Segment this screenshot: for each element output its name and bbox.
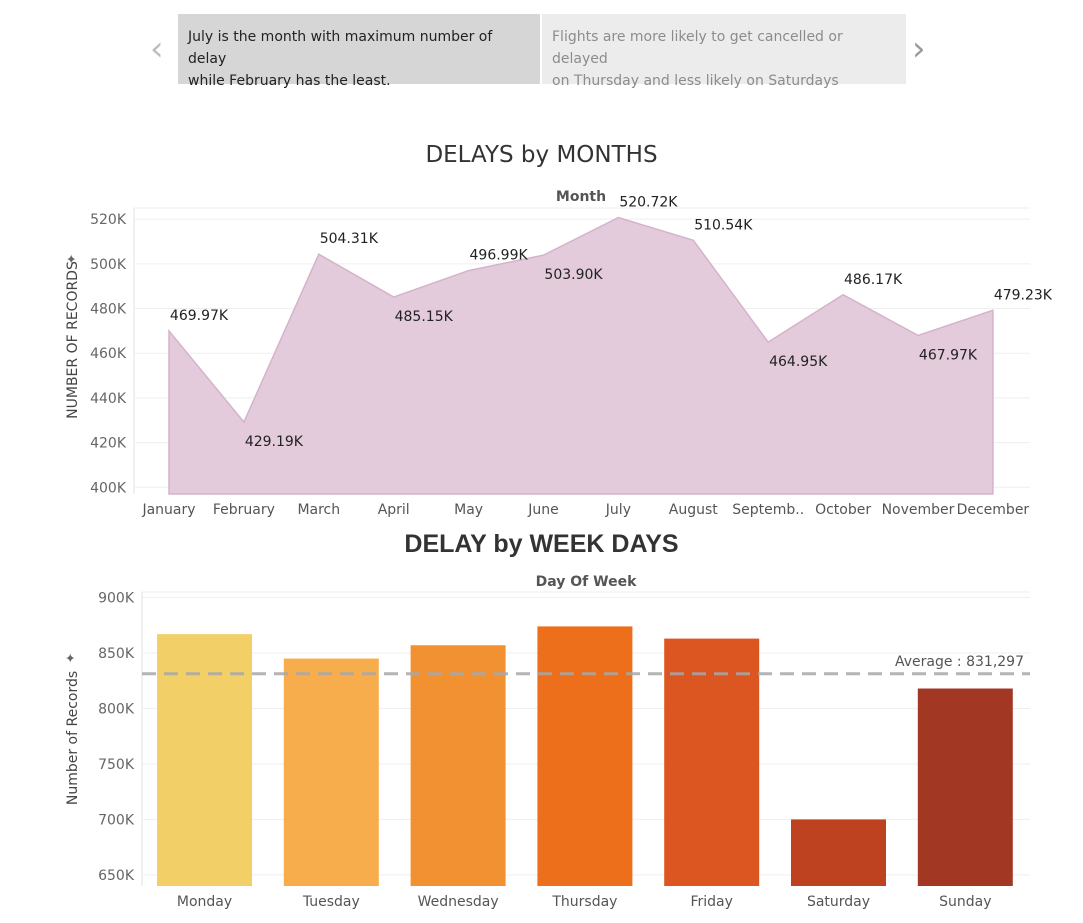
weekday-bar[interactable]: [157, 634, 252, 886]
weekday-bar[interactable]: [537, 626, 633, 886]
monthly-y-tick-label: 480K: [90, 302, 127, 318]
weekday-bar-chart: Day Of Week 650K 700K 750K 800K 850K 900K Ave…: [64, 574, 1030, 910]
monthly-data-label: 469.97K: [170, 308, 229, 324]
weekday-y-tick-label: 850K: [98, 646, 135, 662]
average-reference-label: Average : 831,297: [895, 654, 1024, 670]
weekday-y-tick-label: 900K: [98, 591, 135, 607]
monthly-area-series[interactable]: [168, 216, 994, 495]
monthly-column-header: Month: [556, 189, 606, 205]
weekday-x-tick-label: Saturday: [807, 894, 870, 910]
weekday-bar[interactable]: [283, 658, 379, 886]
monthly-data-label: 429.19K: [245, 434, 304, 450]
weekday-y-ticks: 650K 700K 750K 800K 850K 900K: [98, 591, 135, 884]
monthly-area-chart: Month 400K 420K 440K 460K 480K 500K 520K 469.9…: [65, 189, 1053, 518]
monthly-data-label: 520.72K: [619, 195, 678, 211]
pin-icon[interactable]: ✦: [65, 253, 80, 264]
monthly-x-tick-label: November: [882, 502, 955, 518]
weekday-bar[interactable]: [791, 819, 886, 886]
monthly-data-label: 496.99K: [470, 248, 529, 264]
monthly-y-tick-label: 460K: [90, 346, 127, 362]
monthly-data-label: 464.95K: [769, 354, 828, 370]
monthly-data-label: 503.90K: [544, 267, 603, 283]
monthly-data-label: 479.23K: [994, 287, 1053, 303]
monthly-x-tick-label: December: [957, 502, 1030, 518]
weekday-column-header: Day Of Week: [536, 574, 637, 590]
monthly-x-tick-label: April: [378, 502, 410, 518]
monthly-x-tick-label: June: [527, 502, 559, 518]
weekday-x-tick-label: Sunday: [939, 894, 991, 910]
weekday-bars: [157, 626, 1013, 886]
monthly-x-tick-label: October: [815, 502, 871, 518]
monthly-x-tick-label: August: [669, 502, 719, 518]
monthly-data-label: 467.97K: [919, 347, 978, 363]
charts-canvas: Month 400K 420K 440K 460K 480K 500K 520K 469.9…: [64, 189, 1053, 910]
monthly-x-tick-label: January: [141, 502, 195, 518]
monthly-x-tick-label: February: [213, 502, 275, 518]
monthly-x-ticks: January February March April May June July Augu…: [141, 502, 1029, 518]
weekday-y-tick-label: 650K: [98, 868, 135, 884]
monthly-y-tick-label: 520K: [90, 212, 127, 228]
monthly-x-tick-label: May: [454, 502, 483, 518]
monthly-data-label: 510.54K: [694, 217, 753, 233]
monthly-x-tick-label: Septemb..: [732, 502, 804, 518]
monthly-y-tick-label: 420K: [90, 436, 127, 452]
weekday-x-tick-label: Thursday: [551, 894, 617, 910]
pin-icon[interactable]: ✦: [64, 652, 79, 663]
monthly-data-label: 504.31K: [320, 231, 379, 247]
monthly-y-ticks: 400K 420K 440K 460K 480K 500K 520K: [90, 212, 127, 496]
weekday-x-tick-label: Tuesday: [302, 894, 360, 910]
weekday-bar[interactable]: [410, 645, 506, 886]
monthly-y-axis-label: NUMBER OF RECORDS: [65, 261, 81, 419]
monthly-y-tick-label: 400K: [90, 480, 127, 496]
monthly-y-tick-label: 500K: [90, 257, 127, 273]
monthly-x-tick-label: March: [297, 502, 340, 518]
monthly-y-tick-label: 440K: [90, 391, 127, 407]
weekday-y-tick-label: 750K: [98, 757, 135, 773]
weekday-x-tick-label: Monday: [177, 894, 232, 910]
weekday-bar[interactable]: [917, 688, 1013, 886]
weekday-x-ticks: Monday Tuesday Wednesday Thursday Friday Satu…: [177, 894, 992, 910]
monthly-data-label: 486.17K: [844, 272, 903, 288]
weekday-y-tick-label: 800K: [98, 701, 135, 717]
weekday-bar[interactable]: [664, 638, 760, 886]
monthly-x-tick-label: July: [605, 502, 631, 518]
weekday-y-axis-label: Number of Records: [65, 671, 81, 805]
weekday-x-tick-label: Friday: [690, 894, 732, 910]
weekday-y-tick-label: 700K: [98, 812, 135, 828]
monthly-data-label: 485.15K: [395, 309, 454, 325]
weekday-x-tick-label: Wednesday: [418, 894, 499, 910]
